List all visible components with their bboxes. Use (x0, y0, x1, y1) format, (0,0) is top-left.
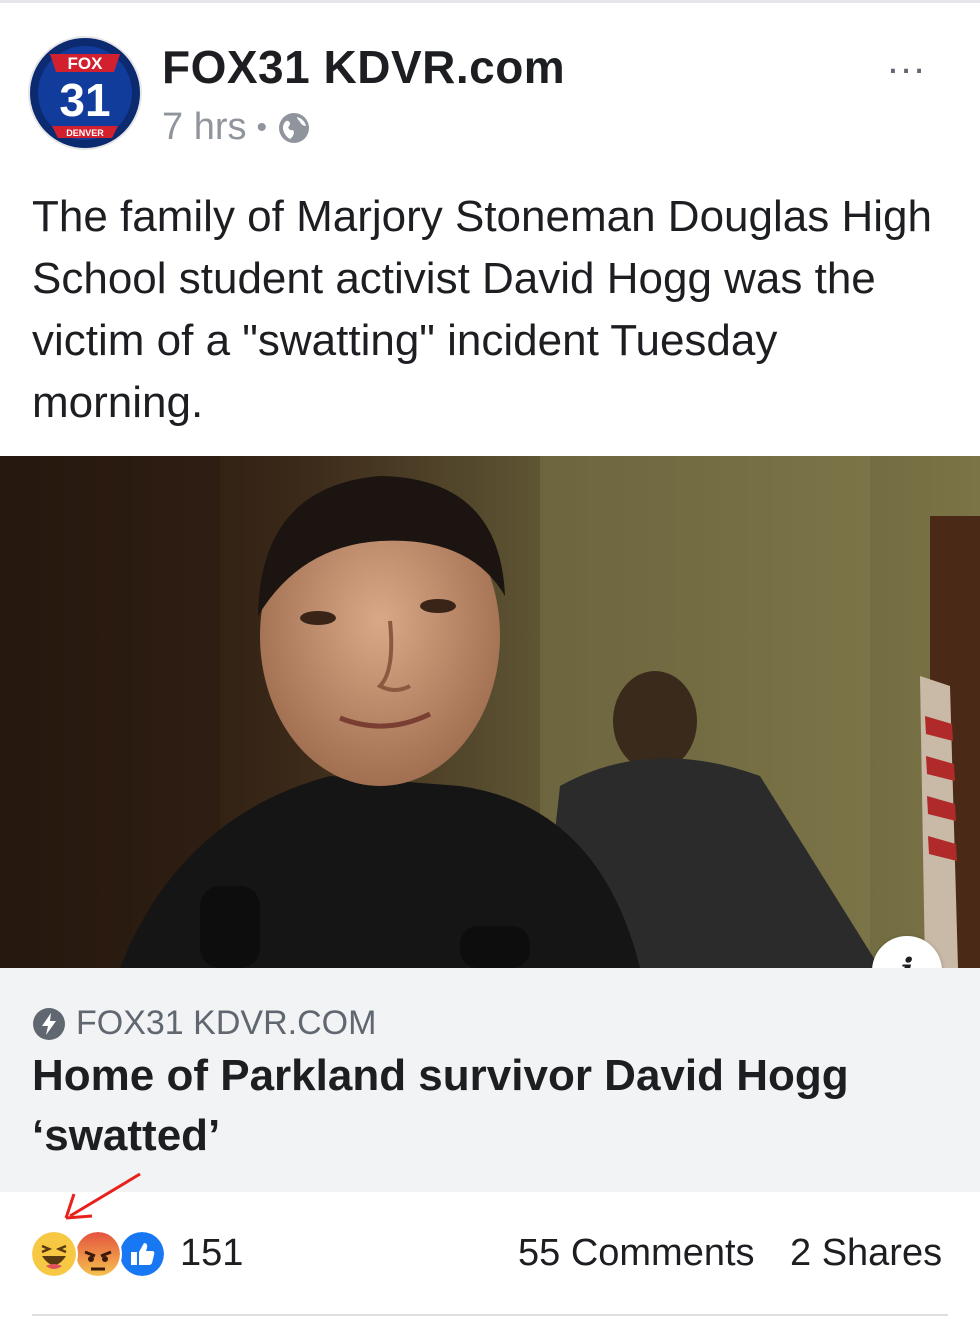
post-timestamp[interactable]: 7 hrs (162, 106, 246, 149)
globe-icon (279, 112, 309, 143)
post-meta: 7 hrs • (162, 106, 311, 149)
fox31-logo-icon: FOX 31 DENVER (31, 39, 139, 147)
link-domain: FOX31 KDVR.COM (32, 1004, 376, 1043)
footer-divider (32, 1314, 948, 1316)
link-title[interactable]: Home of Parkland survivor David Hogg ‘sw… (32, 1046, 952, 1166)
meta-separator: • (256, 110, 267, 144)
haha-icon (30, 1230, 78, 1278)
svg-text:DENVER: DENVER (66, 128, 104, 138)
news-photo (0, 456, 980, 968)
angry-icon (74, 1230, 122, 1278)
annotation-arrow-icon (64, 1172, 141, 1220)
instant-article-bolt-icon (33, 1007, 65, 1040)
reaction-count[interactable]: 151 (180, 1232, 243, 1275)
like-icon (118, 1230, 166, 1278)
shares-count-link[interactable]: 2 Shares (790, 1232, 942, 1275)
link-domain-text: FOX31 KDVR.COM (76, 1004, 377, 1042)
svg-text:31: 31 (59, 74, 110, 126)
more-options-button[interactable]: ... (872, 40, 942, 80)
svg-text:FOX: FOX (68, 54, 104, 73)
page-avatar[interactable]: FOX 31 DENVER (30, 38, 140, 148)
page-name-link[interactable]: FOX31 KDVR.com (162, 40, 565, 94)
top-divider (0, 0, 980, 3)
reaction-icons[interactable] (30, 1230, 170, 1278)
post-text: The family of Marjory Stoneman Douglas H… (32, 192, 932, 427)
link-image[interactable] (0, 456, 980, 968)
comments-count-link[interactable]: 55 Comments (518, 1232, 755, 1275)
